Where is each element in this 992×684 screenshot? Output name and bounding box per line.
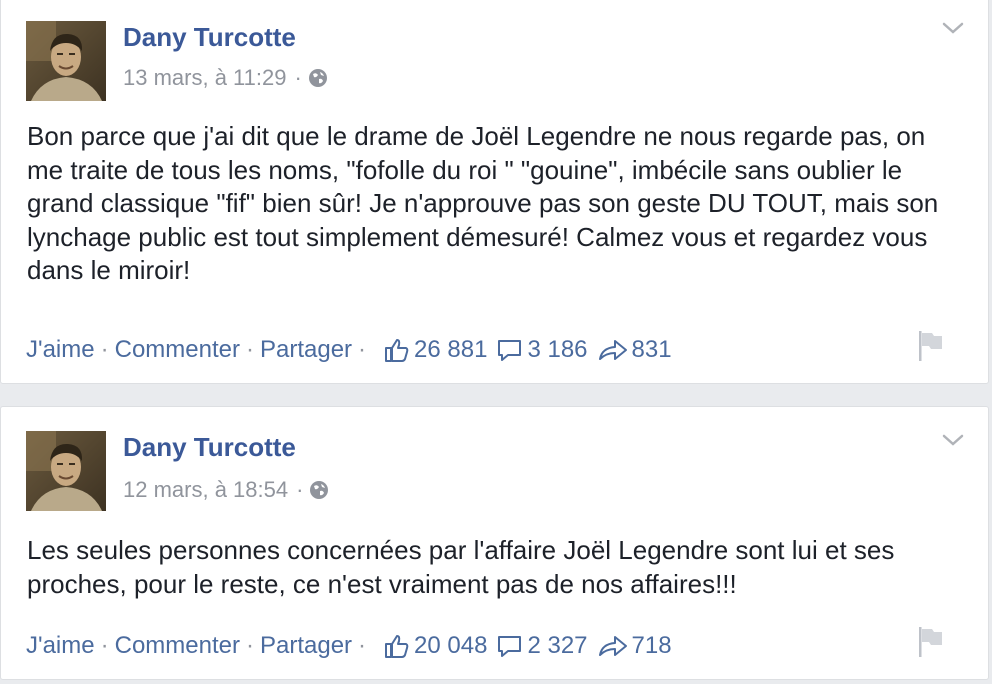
share-icon [598, 636, 627, 656]
share-count[interactable]: 831 [598, 336, 672, 364]
avatar[interactable] [26, 431, 106, 511]
feed-post: Dany Turcotte 12 mars, à 18:54 · Les seu… [0, 406, 989, 680]
comment-count[interactable]: 2 327 [497, 632, 588, 660]
thumbs-up-icon [385, 339, 409, 362]
post-author[interactable]: Dany Turcotte [123, 432, 296, 463]
like-link[interactable]: J'aime [26, 336, 95, 364]
comment-link[interactable]: Commenter [115, 632, 240, 660]
profile-photo [26, 21, 106, 101]
share-count-value: 831 [631, 336, 672, 363]
action-separator: · [358, 336, 367, 363]
post-actions: J'aime · Commenter · Partager · 20 048 2… [26, 632, 682, 660]
post-actions: J'aime · Commenter · Partager · 26 881 3… [26, 336, 682, 364]
flag-icon[interactable] [916, 625, 944, 659]
like-link[interactable]: J'aime [26, 632, 95, 660]
share-link[interactable]: Partager [260, 632, 352, 660]
action-separator: · [245, 336, 254, 363]
share-count[interactable]: 718 [598, 632, 672, 660]
share-count-value: 718 [631, 632, 672, 659]
comment-count-value: 3 186 [527, 336, 588, 363]
action-separator: · [100, 336, 109, 363]
action-separator: · [358, 632, 367, 659]
post-timestamp[interactable]: 12 mars, à 18:54 [123, 477, 288, 503]
post-text: Bon parce que j'ai dit que le drame de J… [27, 121, 939, 286]
feed-post: Dany Turcotte 13 mars, à 11:29 · Bon par… [0, 0, 989, 384]
meta-separator: · [294, 65, 302, 90]
comment-count[interactable]: 3 186 [497, 336, 588, 364]
avatar[interactable] [26, 21, 106, 101]
profile-photo [26, 431, 106, 511]
action-separator: · [100, 632, 109, 659]
like-count-value: 26 881 [414, 336, 488, 363]
like-count-value: 20 048 [414, 632, 488, 659]
post-timestamp[interactable]: 13 mars, à 11:29 [123, 65, 286, 91]
post-meta: 12 mars, à 18:54 · [123, 477, 329, 503]
post-meta: 13 mars, à 11:29 · [123, 65, 328, 91]
comment-link[interactable]: Commenter [115, 336, 240, 364]
flag-icon[interactable] [916, 329, 944, 363]
post-text: Les seules personnes concernées par l'af… [27, 535, 895, 599]
post-author[interactable]: Dany Turcotte [123, 22, 296, 53]
share-link[interactable]: Partager [260, 336, 352, 364]
globe-icon[interactable] [308, 68, 328, 88]
comment-count-value: 2 327 [527, 632, 588, 659]
meta-separator: · [296, 477, 304, 502]
chevron-down-icon[interactable] [942, 21, 964, 35]
like-count[interactable]: 26 881 [384, 336, 487, 364]
action-separator: · [245, 632, 254, 659]
globe-icon[interactable] [309, 480, 329, 500]
thumbs-up-icon [385, 635, 409, 658]
comment-icon [498, 636, 522, 657]
comment-icon [498, 340, 522, 361]
share-icon [598, 340, 627, 360]
like-count[interactable]: 20 048 [384, 632, 487, 660]
chevron-down-icon[interactable] [942, 433, 964, 447]
